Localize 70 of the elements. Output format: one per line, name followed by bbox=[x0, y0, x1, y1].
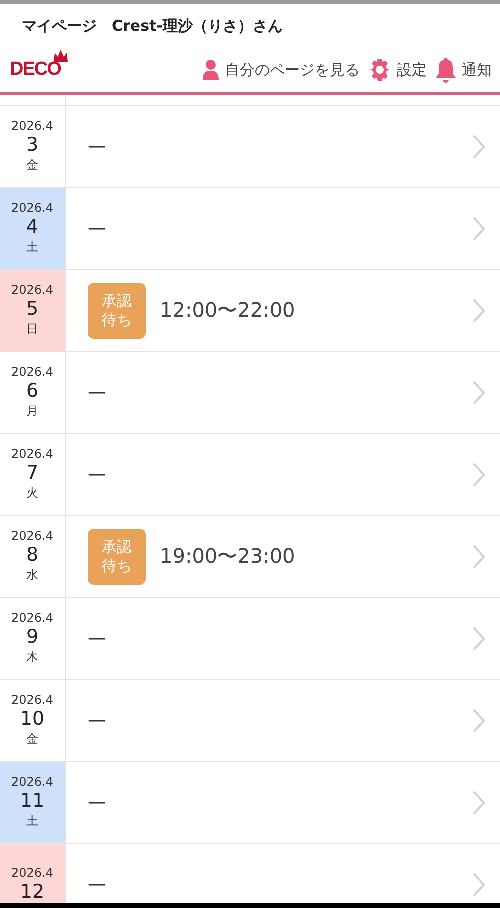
page-title: マイページ Crest-理沙（りさ）さん bbox=[22, 16, 283, 36]
date-day: 8 bbox=[26, 543, 39, 567]
date-day: 4 bbox=[26, 215, 39, 239]
weekday-label: 土 bbox=[26, 239, 38, 256]
date-month: 2026.4 bbox=[12, 529, 54, 543]
weekday-label: 日 bbox=[26, 321, 38, 338]
date-day: 9 bbox=[26, 625, 39, 649]
empty-dash: — bbox=[88, 628, 106, 649]
chevron-right-icon bbox=[472, 708, 486, 734]
shift-time: 12:00〜22:00 bbox=[160, 297, 296, 324]
date-month: 2026.4 bbox=[12, 775, 54, 789]
empty-dash: — bbox=[88, 136, 106, 157]
shift-time: 19:00〜23:00 bbox=[160, 543, 296, 570]
schedule-row[interactable]: — bbox=[66, 188, 500, 269]
date-month: 2026.4 bbox=[12, 447, 54, 461]
chevron-right-icon bbox=[472, 462, 486, 488]
bell-icon bbox=[435, 57, 457, 83]
date-month: 2026.4 bbox=[12, 201, 54, 215]
empty-dash: — bbox=[88, 382, 106, 403]
schedule-row[interactable]: — bbox=[66, 352, 500, 433]
date-day: 12 bbox=[20, 880, 45, 903]
schedule-row[interactable]: — bbox=[66, 598, 500, 679]
nav-link[interactable]: 通知 bbox=[435, 57, 492, 83]
date-month: 2026.4 bbox=[12, 693, 54, 707]
nav-link[interactable]: 自分のページを見る bbox=[202, 59, 360, 81]
weekday-label: 土 bbox=[26, 813, 38, 830]
schedule-row[interactable]: — bbox=[66, 762, 500, 843]
date-month: 2026.4 bbox=[12, 283, 54, 297]
nav-link[interactable]: 設定 bbox=[368, 58, 427, 82]
chevron-right-icon bbox=[472, 872, 486, 898]
date-day: 6 bbox=[26, 379, 39, 403]
settings-icon bbox=[368, 58, 392, 82]
date-month: 2026.4 bbox=[12, 866, 54, 880]
pending-badge: 承認待ち bbox=[88, 528, 146, 584]
weekday-label: 火 bbox=[26, 485, 38, 502]
crown-icon bbox=[52, 49, 69, 63]
empty-dash: — bbox=[88, 792, 106, 813]
chevron-right-icon bbox=[472, 134, 486, 160]
pending-badge: 承認待ち bbox=[88, 282, 146, 338]
weekday-label: 金 bbox=[26, 731, 38, 748]
person-icon bbox=[202, 59, 220, 81]
weekday-label: 木 bbox=[26, 649, 38, 666]
date-day: 10 bbox=[20, 707, 45, 731]
empty-dash: — bbox=[88, 710, 106, 731]
chevron-right-icon bbox=[472, 626, 486, 652]
schedule-row[interactable]: — bbox=[66, 844, 500, 903]
chevron-right-icon bbox=[472, 790, 486, 816]
schedule-row[interactable]: 承認待ち 19:00〜23:00 bbox=[66, 516, 500, 597]
empty-dash: — bbox=[88, 218, 106, 239]
chevron-right-icon bbox=[472, 380, 486, 406]
logo[interactable]: DECO bbox=[10, 59, 61, 81]
date-day: 5 bbox=[26, 297, 39, 321]
chevron-right-icon bbox=[472, 544, 486, 570]
date-month: 2026.4 bbox=[12, 119, 54, 133]
schedule-row[interactable]: — bbox=[66, 680, 500, 761]
empty-dash: — bbox=[88, 464, 106, 485]
date-day: 7 bbox=[26, 461, 39, 485]
schedule-row[interactable]: — bbox=[66, 434, 500, 515]
date-day: 11 bbox=[20, 789, 45, 813]
weekday-label: 水 bbox=[26, 567, 38, 584]
empty-dash: — bbox=[88, 874, 106, 895]
date-day: 3 bbox=[26, 133, 39, 157]
schedule-row[interactable]: — bbox=[66, 106, 500, 187]
weekday-label: 月 bbox=[26, 403, 38, 420]
chevron-right-icon bbox=[472, 298, 486, 324]
weekday-label: 金 bbox=[26, 157, 38, 174]
date-month: 2026.4 bbox=[12, 611, 54, 625]
schedule-row[interactable]: 承認待ち 12:00〜22:00 bbox=[66, 270, 500, 351]
date-month: 2026.4 bbox=[12, 365, 54, 379]
chevron-right-icon bbox=[472, 216, 486, 242]
